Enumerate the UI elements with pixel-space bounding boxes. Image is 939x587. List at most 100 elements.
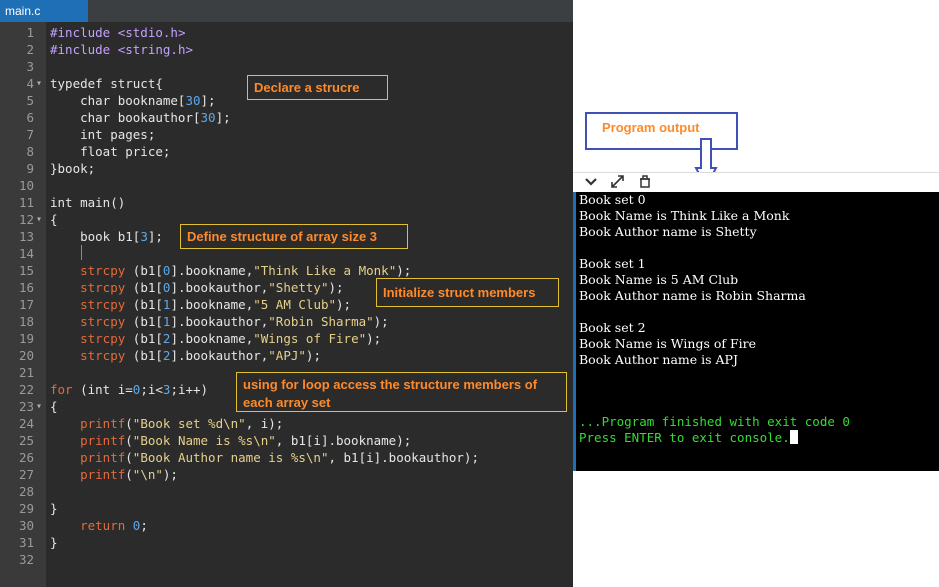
console-line: Book Author name is Shetty xyxy=(579,224,757,239)
code-token: <string.h> xyxy=(117,42,193,57)
code-token: printf xyxy=(50,467,126,482)
code-token: } xyxy=(50,501,58,516)
line-number: 21 xyxy=(18,365,34,380)
code-token: strcpy xyxy=(50,314,126,329)
code-line: 10 xyxy=(0,177,573,194)
line-number: 29 xyxy=(18,501,34,516)
fold-toggle-icon[interactable]: ▾ xyxy=(36,211,42,228)
code-token: ); xyxy=(305,348,321,363)
clear-console-icon[interactable] xyxy=(639,175,651,192)
code-line: 8 float price; xyxy=(0,143,573,160)
code-line: 19 strcpy (b1[2].bookname,"Wings of Fire… xyxy=(0,330,573,347)
code-text: int pages; xyxy=(50,126,155,143)
code-token: (b1[ xyxy=(125,263,163,278)
code-token: #include xyxy=(50,25,118,40)
code-token: "Book Author name is %s\n" xyxy=(132,450,329,465)
code-token: , i); xyxy=(245,416,284,431)
line-number: 19 xyxy=(18,331,34,346)
code-line: 18 strcpy (b1[1].bookauthor,"Robin Sharm… xyxy=(0,313,573,330)
code-token: char bookauthor[ xyxy=(50,110,201,125)
code-token: typedef struct{ xyxy=(50,76,163,91)
code-token: strcpy xyxy=(50,331,126,346)
code-line: 28 xyxy=(0,483,573,500)
fold-toggle-icon[interactable]: ▾ xyxy=(36,75,42,92)
line-number: 31 xyxy=(18,535,34,550)
console-line: Book set 2 xyxy=(579,320,646,335)
console-output[interactable]: Book set 0 Book Name is Think Like a Monk… xyxy=(573,192,939,471)
code-text: strcpy (b1[2].bookauthor,"APJ"); xyxy=(50,347,321,364)
console-line: Book Name is Think Like a Monk xyxy=(579,208,790,223)
code-text: } xyxy=(50,500,58,517)
code-line: 32 xyxy=(0,551,573,568)
code-token: strcpy xyxy=(50,263,126,278)
text-caret xyxy=(81,245,82,260)
line-number: 14 xyxy=(18,246,34,261)
tab-main-c[interactable]: main.c xyxy=(0,0,88,22)
code-line: 26 printf("Book Author name is %s\n", b1… xyxy=(0,449,573,466)
code-token: "Book set %d\n" xyxy=(132,416,246,431)
code-token: "Robin Sharma" xyxy=(268,314,374,329)
code-text: strcpy (b1[0].bookname,"Think Like a Mon… xyxy=(50,262,411,279)
code-line: 11 int main() xyxy=(0,194,573,211)
code-line: 6 char bookauthor[30]; xyxy=(0,109,573,126)
chevron-down-icon[interactable] xyxy=(585,175,597,191)
press-enter-prompt: Press ENTER to exit console. xyxy=(579,430,798,446)
code-token: (int i= xyxy=(72,382,133,397)
fold-toggle-icon[interactable]: ▾ xyxy=(36,398,42,415)
code-token: book b1[ xyxy=(50,229,141,244)
line-number: 10 xyxy=(18,178,34,193)
code-token: ]; xyxy=(215,110,231,125)
code-token: ( xyxy=(125,467,133,482)
code-token: ( xyxy=(125,433,133,448)
annotation-for-loop: using for loop access the structure memb… xyxy=(236,372,567,412)
line-number: 24 xyxy=(18,416,34,431)
code-token: ].bookname, xyxy=(170,297,254,312)
code-token: "Wings of Fire" xyxy=(253,331,367,346)
line-number: 2 xyxy=(26,42,34,57)
code-editor[interactable]: main.c 1 #include <stdio.h> 2 #include <str… xyxy=(0,0,573,587)
code-text: #include <stdio.h> xyxy=(50,24,185,41)
code-token: printf xyxy=(50,450,126,465)
console-cursor xyxy=(789,430,798,444)
line-number: 17 xyxy=(18,297,34,312)
line-number: 23 xyxy=(18,399,34,414)
code-text: float price; xyxy=(50,143,170,160)
console-line: Book Name is Wings of Fire xyxy=(579,336,757,351)
code-text: printf("Book Name is %s\n", b1[i].bookna… xyxy=(50,432,411,449)
line-number: 9 xyxy=(26,161,34,176)
code-token: printf xyxy=(50,416,126,431)
line-number: 18 xyxy=(18,314,34,329)
code-token: ].bookauthor, xyxy=(170,280,269,295)
line-number: 7 xyxy=(26,127,34,142)
code-text: for (int i=0;i<3;i++) xyxy=(50,381,208,398)
line-number: 20 xyxy=(18,348,34,363)
code-text: char bookauthor[30]; xyxy=(50,109,231,126)
code-token: } xyxy=(50,535,58,550)
code-line: 31} xyxy=(0,534,573,551)
code-token: ;i++) xyxy=(170,382,209,397)
code-token: ); xyxy=(366,331,382,346)
line-number: 15 xyxy=(18,263,34,278)
expand-icon[interactable] xyxy=(611,175,624,192)
line-number: 13 xyxy=(18,229,34,244)
code-text: { xyxy=(50,398,58,415)
annotation-initialize-members: Initialize struct members xyxy=(376,278,559,307)
line-number: 26 xyxy=(18,450,34,465)
code-token: "5 AM Club" xyxy=(253,297,337,312)
code-token: ].bookauthor, xyxy=(170,348,269,363)
line-number: 22 xyxy=(18,382,34,397)
code-text: book b1[3]; xyxy=(50,228,163,245)
code-token: printf xyxy=(50,433,126,448)
code-token: 3 xyxy=(140,229,148,244)
code-line: 29} xyxy=(0,500,573,517)
code-token: ); xyxy=(162,467,178,482)
line-number: 5 xyxy=(26,93,34,108)
line-number: 32 xyxy=(18,552,34,567)
code-line: 25 printf("Book Name is %s\n", b1[i].boo… xyxy=(0,432,573,449)
code-token: "Book Name is %s\n" xyxy=(132,433,276,448)
editor-tab-bar: main.c xyxy=(0,0,573,22)
line-number: 6 xyxy=(26,110,34,125)
code-text: strcpy (b1[1].bookauthor,"Robin Sharma")… xyxy=(50,313,389,330)
console-line: Book Author name is APJ xyxy=(579,352,738,367)
code-token: <stdio.h> xyxy=(117,25,186,40)
